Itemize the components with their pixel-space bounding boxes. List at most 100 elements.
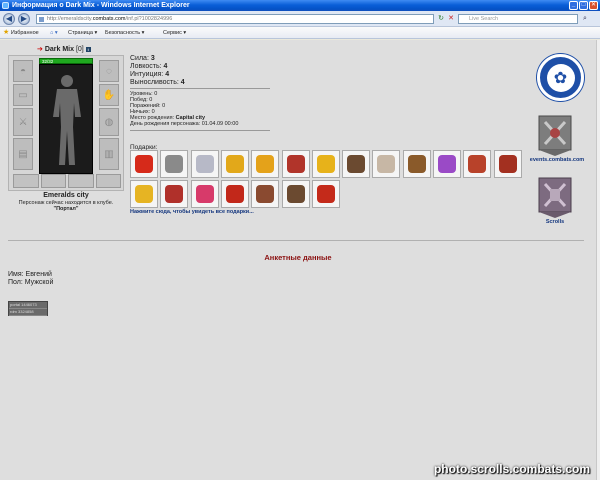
search-icon[interactable]: ⌕: [580, 14, 590, 24]
minimize-button[interactable]: _: [569, 1, 578, 10]
vertical-scrollbar[interactable]: [596, 40, 600, 480]
stop-icon[interactable]: ✕: [446, 14, 456, 24]
service-menu[interactable]: Сервис ▾: [163, 27, 186, 39]
ring-slots: [13, 174, 121, 188]
search-input[interactable]: Live Search: [458, 14, 578, 24]
url-input[interactable]: http://emeraldscity.combats.com/inf.pl?1…: [36, 14, 434, 24]
events-link[interactable]: events.combats.com: [527, 157, 587, 163]
page-menu-label: Страница: [68, 30, 93, 36]
gift-item[interactable]: [160, 150, 189, 178]
ie-icon: [2, 2, 9, 9]
body-slot[interactable]: ▤: [13, 138, 33, 170]
gift-item[interactable]: [130, 150, 158, 178]
watermark: photo.scrolls.combats.com: [433, 462, 590, 476]
counter-1: portal 1446073: [9, 302, 47, 309]
ring-slot[interactable]: [95, 174, 121, 188]
gift-icon: [316, 155, 335, 173]
character-header: ➔ Dark Mix [0] i: [37, 45, 91, 53]
events-banner-icon[interactable]: [535, 112, 575, 156]
gift-icon: [407, 155, 426, 173]
maximize-button[interactable]: □: [579, 1, 588, 10]
gift-item[interactable]: [493, 150, 522, 178]
scrolls-banner-icon[interactable]: [535, 174, 575, 218]
clan-emblem[interactable]: ✿: [537, 54, 584, 101]
page-menu[interactable]: Страница ▾: [68, 27, 97, 39]
window-title-bar: Информация о Dark Mix - Windows Internet…: [0, 0, 600, 11]
gift-item[interactable]: [130, 180, 158, 208]
gift-icon: [498, 155, 517, 173]
stat-endurance: Выносливость: 4: [130, 79, 185, 86]
gift-icon: [256, 185, 275, 203]
command-bar: ★ Избранное ⌂ ▾ Страница ▾ Безопасность …: [0, 27, 600, 39]
gift-item[interactable]: [190, 180, 219, 208]
gift-item[interactable]: [220, 180, 249, 208]
stat-intuition: Интуиция: 4: [130, 71, 170, 78]
gift-item[interactable]: [190, 150, 219, 178]
gift-icon: [165, 185, 184, 203]
character-figure: [39, 64, 93, 174]
gift-icon: [135, 185, 153, 203]
gift-icon: [256, 155, 275, 173]
profile-section-title: Анкетные данные: [264, 253, 332, 262]
gift-icon: [165, 155, 184, 173]
armor-slot[interactable]: ▭: [13, 84, 33, 106]
page-icon: [39, 17, 44, 22]
shield-slot[interactable]: ◍: [99, 108, 119, 136]
gift-item[interactable]: [281, 180, 310, 208]
info-birthday: День рождения персонажа: 01.04.09 00:00: [130, 121, 239, 127]
divider: [130, 130, 270, 131]
weapon-slot[interactable]: ⚔: [13, 108, 33, 136]
ring-slot[interactable]: [13, 174, 39, 188]
gift-icon: [316, 185, 335, 203]
section-divider: [8, 240, 584, 241]
back-button[interactable]: ◀: [3, 13, 15, 25]
character-info: Уровень: 0 Побед: 0 Поражений: 0 Ничьих:…: [130, 91, 238, 127]
gift-item[interactable]: [251, 180, 280, 208]
stats-list: Сила: 3 Ловкость: 4 Интуиция: 4 Вынослив…: [130, 55, 185, 87]
service-menu-label: Сервис: [163, 30, 182, 36]
character-name: Dark Mix: [44, 46, 75, 53]
gift-item[interactable]: [372, 150, 401, 178]
gift-item[interactable]: [160, 180, 189, 208]
window-title: Информация о Dark Mix - Windows Internet…: [12, 2, 190, 9]
gift-item[interactable]: [463, 150, 492, 178]
earring-slot[interactable]: ◌: [99, 60, 119, 82]
scrolls-link[interactable]: Scrolls: [535, 219, 575, 225]
gift-icon: [135, 155, 153, 173]
gift-icon: [195, 155, 214, 173]
favorites-label: Избранное: [10, 30, 39, 36]
refresh-icon[interactable]: ↻: [436, 14, 446, 24]
character-doll: 32/32 ◓ ▭ ⚔ ▤ ◌ ✋ ◍ ▥: [8, 55, 124, 191]
forward-button[interactable]: ▶: [18, 13, 30, 25]
profile-data: Имя: Евгений Пол: Мужской: [8, 271, 53, 287]
gift-item[interactable]: [342, 150, 371, 178]
gift-item[interactable]: [220, 150, 249, 178]
favorites-button[interactable]: ★ Избранное: [3, 27, 39, 39]
ring-slot[interactable]: [40, 174, 66, 188]
gift-item[interactable]: [281, 150, 310, 178]
gift-icon: [438, 155, 456, 173]
stat-strength: Сила: 3: [130, 55, 155, 62]
gift-item[interactable]: [311, 180, 340, 208]
helmet-slot[interactable]: ◓: [13, 60, 33, 82]
gloves-slot[interactable]: ✋: [99, 84, 119, 106]
url-suffix: /inf.pl?1002824996: [125, 16, 173, 22]
counter-badges[interactable]: portal 1446073 rdm 3324858: [8, 301, 48, 316]
home-icon[interactable]: ⌂ ▾: [50, 27, 58, 39]
address-bar: ◀ ▶ http://emeraldscity.combats.com/inf.…: [0, 11, 600, 27]
all-gifts-link[interactable]: Нажмите сюда, чтобы увидеть все подарки.…: [130, 209, 254, 215]
security-menu[interactable]: Безопасность ▾: [105, 27, 144, 39]
gift-item[interactable]: [251, 150, 280, 178]
close-window-button[interactable]: ✕: [589, 1, 598, 10]
gift-item[interactable]: [402, 150, 431, 178]
boots-slot[interactable]: ▥: [99, 138, 119, 170]
gift-icon: [347, 155, 366, 173]
stat-agility: Ловкость: 4: [130, 63, 168, 70]
gift-item[interactable]: [433, 150, 461, 178]
gift-icon: [225, 155, 244, 173]
character-city: Emeralds city: [43, 192, 89, 199]
star-icon: ★: [3, 29, 10, 36]
gift-item[interactable]: [311, 150, 340, 178]
ring-slot[interactable]: [68, 174, 94, 188]
info-icon[interactable]: i: [85, 47, 91, 52]
